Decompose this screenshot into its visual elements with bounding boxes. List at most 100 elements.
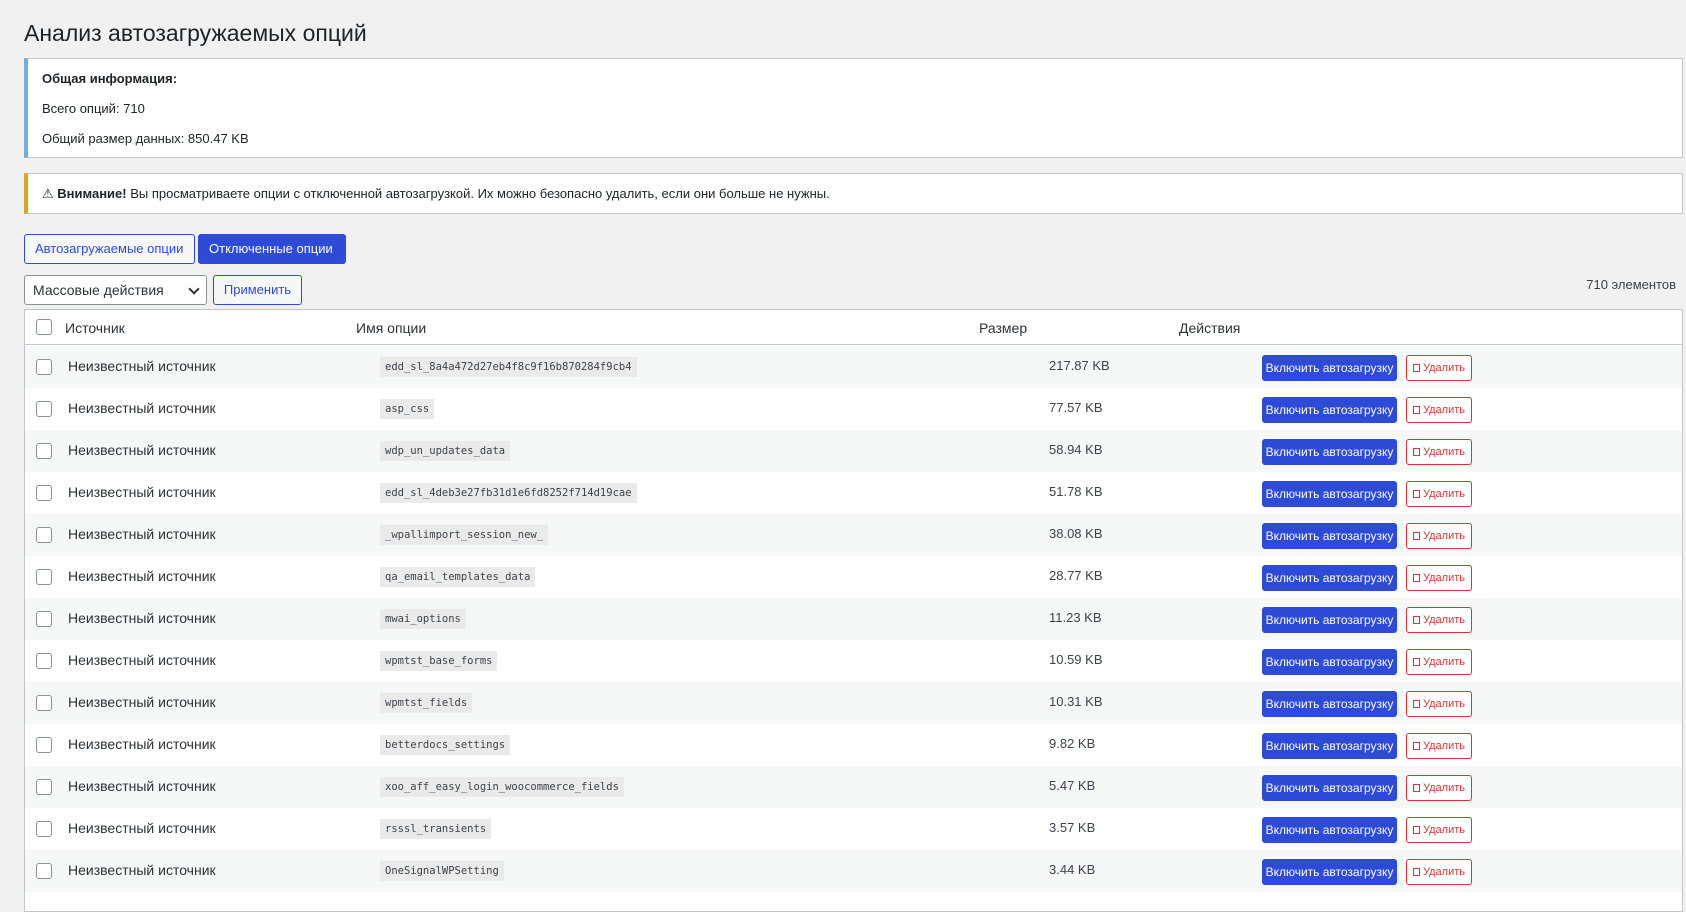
row-size: 10.31 KB xyxy=(1049,694,1103,709)
row-option-name: mwai_options xyxy=(380,609,466,629)
row-source: Неизвестный источник xyxy=(68,400,216,416)
enable-autoload-button[interactable]: Включить автозагрузку xyxy=(1262,691,1397,717)
enable-autoload-button[interactable]: Включить автозагрузку xyxy=(1262,817,1397,843)
chevron-down-icon xyxy=(188,283,200,295)
row-size: 58.94 KB xyxy=(1049,442,1103,457)
trash-icon xyxy=(1413,742,1420,750)
header-size: Размер xyxy=(979,320,1028,336)
row-checkbox[interactable] xyxy=(36,611,52,627)
table-row: Неизвестный источник wpmtst_fields 10.31 K… xyxy=(25,682,1682,724)
items-count: 710 элементов xyxy=(1586,277,1676,292)
enable-autoload-button[interactable]: Включить автозагрузку xyxy=(1262,355,1397,381)
delete-button[interactable]: Удалить xyxy=(1406,397,1472,423)
row-checkbox[interactable] xyxy=(36,359,52,375)
warning-notice: ⚠ Внимание! Вы просматриваете опции с от… xyxy=(24,173,1683,214)
row-size: 5.47 KB xyxy=(1049,778,1096,793)
row-size: 77.57 KB xyxy=(1049,400,1103,415)
info-title: Общая информация: xyxy=(42,71,178,86)
delete-button[interactable]: Удалить xyxy=(1406,859,1472,885)
header-source: Источник xyxy=(65,320,125,336)
row-checkbox[interactable] xyxy=(36,401,52,417)
enable-autoload-button[interactable]: Включить автозагрузку xyxy=(1262,649,1397,675)
enable-autoload-button[interactable]: Включить автозагрузку xyxy=(1262,565,1397,591)
table-row: Неизвестный источник qa_email_templates_d… xyxy=(25,556,1682,598)
delete-button[interactable]: Удалить xyxy=(1406,439,1472,465)
row-option-name: xoo_aff_easy_login_woocommerce_fields xyxy=(380,777,624,797)
enable-autoload-button[interactable]: Включить автозагрузку xyxy=(1262,439,1397,465)
row-checkbox[interactable] xyxy=(36,443,52,459)
enable-autoload-button[interactable]: Включить автозагрузку xyxy=(1262,481,1397,507)
enable-autoload-button[interactable]: Включить автозагрузку xyxy=(1262,523,1397,549)
row-source: Неизвестный источник xyxy=(68,778,216,794)
row-checkbox[interactable] xyxy=(36,569,52,585)
delete-label: Удалить xyxy=(1423,656,1465,668)
apply-button[interactable]: Применить xyxy=(213,275,302,305)
delete-button[interactable]: Удалить xyxy=(1406,649,1472,675)
row-size: 3.44 KB xyxy=(1049,862,1096,877)
delete-button[interactable]: Удалить xyxy=(1406,775,1472,801)
row-size: 3.57 KB xyxy=(1049,820,1096,835)
trash-icon xyxy=(1413,700,1420,708)
trash-icon xyxy=(1413,574,1420,582)
row-size: 9.82 KB xyxy=(1049,736,1096,751)
table-row: Неизвестный источник _wpallimport_session… xyxy=(25,514,1682,556)
trash-icon xyxy=(1413,826,1420,834)
table-row: Неизвестный источник betterdocs_settings 9… xyxy=(25,724,1682,766)
row-checkbox[interactable] xyxy=(36,653,52,669)
delete-label: Удалить xyxy=(1423,488,1465,500)
enable-autoload-button[interactable]: Включить автозагрузку xyxy=(1262,733,1397,759)
tab-autoload-options[interactable]: Автозагружаемые опции xyxy=(24,234,195,264)
delete-button[interactable]: Удалить xyxy=(1406,523,1472,549)
row-source: Неизвестный источник xyxy=(68,652,216,668)
warning-text: Вы просматриваете опции с отключенной ав… xyxy=(126,186,830,201)
delete-button[interactable]: Удалить xyxy=(1406,733,1472,759)
delete-button[interactable]: Удалить xyxy=(1406,355,1472,381)
tab-disabled-options[interactable]: Отключенные опции xyxy=(198,234,346,264)
page-title: Анализ автозагружаемых опций xyxy=(24,20,367,46)
trash-icon xyxy=(1413,364,1420,372)
delete-label: Удалить xyxy=(1423,824,1465,836)
delete-button[interactable]: Удалить xyxy=(1406,607,1472,633)
delete-button[interactable]: Удалить xyxy=(1406,565,1472,591)
row-source: Неизвестный источник xyxy=(68,862,216,878)
row-source: Неизвестный источник xyxy=(68,358,216,374)
table-row: Неизвестный источник xoo_aff_easy_login_w… xyxy=(25,766,1682,808)
delete-button[interactable]: Удалить xyxy=(1406,817,1472,843)
enable-autoload-button[interactable]: Включить автозагрузку xyxy=(1262,607,1397,633)
enable-autoload-button[interactable]: Включить автозагрузку xyxy=(1262,775,1397,801)
delete-label: Удалить xyxy=(1423,362,1465,374)
bulk-actions-select[interactable]: Массовые действия xyxy=(24,275,207,305)
info-total-options: Всего опций: 710 xyxy=(42,101,145,116)
table-row: Неизвестный источник OneSignalWPSetting 3.… xyxy=(25,850,1682,892)
row-source: Неизвестный источник xyxy=(68,736,216,752)
row-checkbox[interactable] xyxy=(36,485,52,501)
row-option-name: wpmtst_base_forms xyxy=(380,651,498,671)
warning-icon: ⚠ xyxy=(42,186,54,201)
enable-autoload-button[interactable]: Включить автозагрузку xyxy=(1262,397,1397,423)
delete-button[interactable]: Удалить xyxy=(1406,481,1472,507)
table-row: Неизвестный источник edd_sl_4deb3e27fb31d… xyxy=(25,472,1682,514)
page: Анализ автозагружаемых опций Общая инфор… xyxy=(0,0,1686,912)
row-checkbox[interactable] xyxy=(36,527,52,543)
select-all-checkbox[interactable] xyxy=(36,319,52,335)
table-row: Неизвестный источник rsssl_transients 3.57… xyxy=(25,808,1682,850)
bulk-actions-value: Массовые действия xyxy=(33,282,164,298)
table-row: Неизвестный источник wdp_un_updates_data 5… xyxy=(25,430,1682,472)
row-option-name: wpmtst_fields xyxy=(380,693,473,713)
table-row: Неизвестный источник asp_css 77.57 KB Включ… xyxy=(25,388,1682,430)
row-checkbox[interactable] xyxy=(36,737,52,753)
enable-autoload-button[interactable]: Включить автозагрузку xyxy=(1262,859,1397,885)
warning-strong: Внимание! xyxy=(57,186,127,201)
delete-button[interactable]: Удалить xyxy=(1406,691,1472,717)
row-checkbox[interactable] xyxy=(36,695,52,711)
row-checkbox[interactable] xyxy=(36,821,52,837)
delete-label: Удалить xyxy=(1423,782,1465,794)
row-size: 28.77 KB xyxy=(1049,568,1103,583)
row-checkbox[interactable] xyxy=(36,863,52,879)
row-option-name: _wpallimport_session_new_ xyxy=(380,525,549,545)
trash-icon xyxy=(1413,406,1420,414)
row-checkbox[interactable] xyxy=(36,779,52,795)
delete-label: Удалить xyxy=(1423,698,1465,710)
row-source: Неизвестный источник xyxy=(68,694,216,710)
trash-icon xyxy=(1413,868,1420,876)
